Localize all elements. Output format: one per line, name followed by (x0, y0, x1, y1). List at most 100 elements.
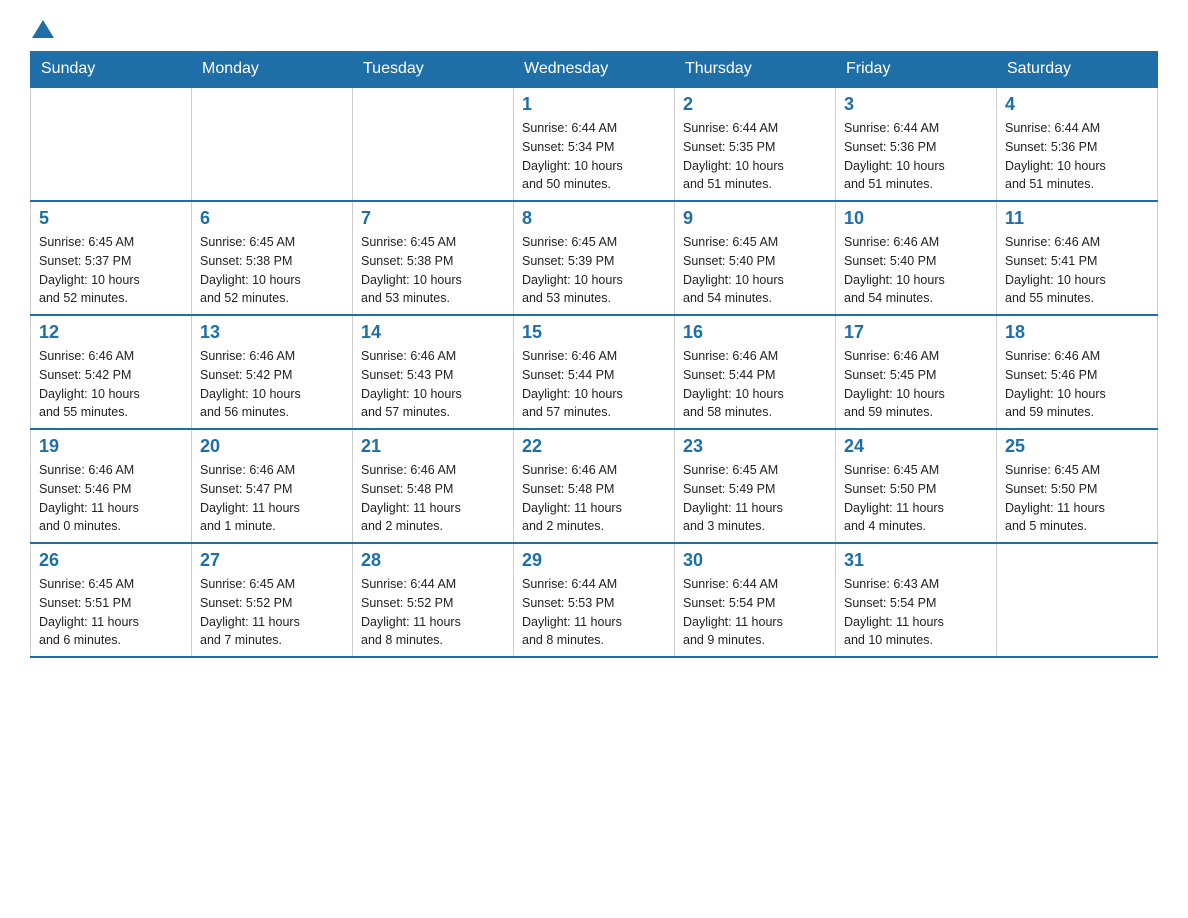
logo-triangle-icon (32, 18, 54, 40)
calendar-cell: 8 Sunrise: 6:45 AM Sunset: 5:39 PM Daylig… (514, 201, 675, 315)
calendar-cell: 29 Sunrise: 6:44 AM Sunset: 5:53 PM Dayli… (514, 543, 675, 657)
day-info: Sunrise: 6:45 AM Sunset: 5:37 PM Dayligh… (39, 233, 183, 308)
calendar-cell: 11 Sunrise: 6:46 AM Sunset: 5:41 PM Dayli… (997, 201, 1158, 315)
calendar-cell (353, 87, 514, 201)
day-number: 7 (361, 208, 505, 229)
day-number: 26 (39, 550, 183, 571)
calendar-cell (997, 543, 1158, 657)
calendar-cell: 27 Sunrise: 6:45 AM Sunset: 5:52 PM Dayli… (192, 543, 353, 657)
day-number: 31 (844, 550, 988, 571)
calendar-cell (31, 87, 192, 201)
calendar-cell: 10Sunrise: 6:46 AM Sunset: 5:40 PM Dayli… (836, 201, 997, 315)
day-number: 24 (844, 436, 988, 457)
day-info: Sunrise: 6:46 AM Sunset: 5:45 PM Dayligh… (844, 347, 988, 422)
header-sunday: Sunday (31, 52, 192, 88)
calendar-cell: 22Sunrise: 6:46 AM Sunset: 5:48 PM Dayli… (514, 429, 675, 543)
calendar-cell: 3 Sunrise: 6:44 AM Sunset: 5:36 PM Daylig… (836, 87, 997, 201)
header-thursday: Thursday (675, 52, 836, 88)
calendar-cell: 13 Sunrise: 6:46 AM Sunset: 5:42 PM Dayli… (192, 315, 353, 429)
day-number: 28 (361, 550, 505, 571)
day-info: Sunrise: 6:45 AM Sunset: 5:51 PM Dayligh… (39, 575, 183, 650)
day-number: 30 (683, 550, 827, 571)
day-info: Sunrise: 6:46 AM Sunset: 5:48 PM Dayligh… (361, 461, 505, 536)
calendar-cell: 18Sunrise: 6:46 AM Sunset: 5:46 PM Dayli… (997, 315, 1158, 429)
day-info: Sunrise: 6:43 AM Sunset: 5:54 PM Dayligh… (844, 575, 988, 650)
week-row-3: 12 Sunrise: 6:46 AM Sunset: 5:42 PM Dayli… (31, 315, 1158, 429)
day-info: Sunrise: 6:46 AM Sunset: 5:47 PM Dayligh… (200, 461, 344, 536)
day-number: 5 (39, 208, 183, 229)
day-number: 17 (844, 322, 988, 343)
week-row-1: 1 Sunrise: 6:44 AM Sunset: 5:34 PM Daylig… (31, 87, 1158, 201)
day-info: Sunrise: 6:44 AM Sunset: 5:35 PM Dayligh… (683, 119, 827, 194)
day-number: 23 (683, 436, 827, 457)
day-info: Sunrise: 6:44 AM Sunset: 5:36 PM Dayligh… (844, 119, 988, 194)
calendar-cell: 7 Sunrise: 6:45 AM Sunset: 5:38 PM Daylig… (353, 201, 514, 315)
day-number: 13 (200, 322, 344, 343)
calendar-cell: 20 Sunrise: 6:46 AM Sunset: 5:47 PM Dayli… (192, 429, 353, 543)
calendar-header-row: SundayMondayTuesdayWednesdayThursdayFrid… (31, 52, 1158, 88)
calendar-cell: 14 Sunrise: 6:46 AM Sunset: 5:43 PM Dayli… (353, 315, 514, 429)
calendar-cell: 31 Sunrise: 6:43 AM Sunset: 5:54 PM Dayli… (836, 543, 997, 657)
calendar-cell: 1 Sunrise: 6:44 AM Sunset: 5:34 PM Daylig… (514, 87, 675, 201)
calendar-cell (192, 87, 353, 201)
day-info: Sunrise: 6:45 AM Sunset: 5:39 PM Dayligh… (522, 233, 666, 308)
calendar-cell: 5 Sunrise: 6:45 AM Sunset: 5:37 PM Daylig… (31, 201, 192, 315)
day-info: Sunrise: 6:45 AM Sunset: 5:50 PM Dayligh… (844, 461, 988, 536)
calendar-cell: 28 Sunrise: 6:44 AM Sunset: 5:52 PM Dayli… (353, 543, 514, 657)
calendar-cell: 26 Sunrise: 6:45 AM Sunset: 5:51 PM Dayli… (31, 543, 192, 657)
calendar-table: SundayMondayTuesdayWednesdayThursdayFrid… (30, 51, 1158, 658)
calendar-cell: 9Sunrise: 6:45 AM Sunset: 5:40 PM Daylig… (675, 201, 836, 315)
day-info: Sunrise: 6:44 AM Sunset: 5:34 PM Dayligh… (522, 119, 666, 194)
day-number: 1 (522, 94, 666, 115)
header-tuesday: Tuesday (353, 52, 514, 88)
day-number: 27 (200, 550, 344, 571)
day-info: Sunrise: 6:44 AM Sunset: 5:53 PM Dayligh… (522, 575, 666, 650)
day-info: Sunrise: 6:46 AM Sunset: 5:42 PM Dayligh… (200, 347, 344, 422)
header-saturday: Saturday (997, 52, 1158, 88)
header-monday: Monday (192, 52, 353, 88)
day-number: 29 (522, 550, 666, 571)
day-info: Sunrise: 6:45 AM Sunset: 5:49 PM Dayligh… (683, 461, 827, 536)
day-number: 4 (1005, 94, 1149, 115)
day-number: 19 (39, 436, 183, 457)
calendar-cell: 15Sunrise: 6:46 AM Sunset: 5:44 PM Dayli… (514, 315, 675, 429)
day-number: 10 (844, 208, 988, 229)
day-info: Sunrise: 6:45 AM Sunset: 5:52 PM Dayligh… (200, 575, 344, 650)
calendar-cell: 17 Sunrise: 6:46 AM Sunset: 5:45 PM Dayli… (836, 315, 997, 429)
calendar-cell: 21 Sunrise: 6:46 AM Sunset: 5:48 PM Dayli… (353, 429, 514, 543)
calendar-cell: 4 Sunrise: 6:44 AM Sunset: 5:36 PM Daylig… (997, 87, 1158, 201)
day-info: Sunrise: 6:45 AM Sunset: 5:40 PM Dayligh… (683, 233, 827, 308)
day-info: Sunrise: 6:44 AM Sunset: 5:54 PM Dayligh… (683, 575, 827, 650)
calendar-cell: 2Sunrise: 6:44 AM Sunset: 5:35 PM Daylig… (675, 87, 836, 201)
week-row-2: 5 Sunrise: 6:45 AM Sunset: 5:37 PM Daylig… (31, 201, 1158, 315)
day-number: 18 (1005, 322, 1149, 343)
day-number: 22 (522, 436, 666, 457)
calendar-cell: 16Sunrise: 6:46 AM Sunset: 5:44 PM Dayli… (675, 315, 836, 429)
day-number: 25 (1005, 436, 1149, 457)
calendar-cell: 19 Sunrise: 6:46 AM Sunset: 5:46 PM Dayli… (31, 429, 192, 543)
day-info: Sunrise: 6:46 AM Sunset: 5:41 PM Dayligh… (1005, 233, 1149, 308)
calendar-cell: 23 Sunrise: 6:45 AM Sunset: 5:49 PM Dayli… (675, 429, 836, 543)
day-info: Sunrise: 6:45 AM Sunset: 5:38 PM Dayligh… (361, 233, 505, 308)
day-number: 11 (1005, 208, 1149, 229)
day-number: 12 (39, 322, 183, 343)
day-info: Sunrise: 6:46 AM Sunset: 5:46 PM Dayligh… (39, 461, 183, 536)
page-header (30, 20, 1158, 41)
logo (30, 20, 56, 41)
day-number: 20 (200, 436, 344, 457)
day-number: 14 (361, 322, 505, 343)
calendar-cell: 6 Sunrise: 6:45 AM Sunset: 5:38 PM Daylig… (192, 201, 353, 315)
calendar-cell: 30 Sunrise: 6:44 AM Sunset: 5:54 PM Dayli… (675, 543, 836, 657)
calendar-cell: 24 Sunrise: 6:45 AM Sunset: 5:50 PM Dayli… (836, 429, 997, 543)
day-info: Sunrise: 6:46 AM Sunset: 5:44 PM Dayligh… (683, 347, 827, 422)
day-info: Sunrise: 6:44 AM Sunset: 5:52 PM Dayligh… (361, 575, 505, 650)
day-number: 6 (200, 208, 344, 229)
day-number: 21 (361, 436, 505, 457)
day-info: Sunrise: 6:46 AM Sunset: 5:43 PM Dayligh… (361, 347, 505, 422)
header-friday: Friday (836, 52, 997, 88)
day-info: Sunrise: 6:44 AM Sunset: 5:36 PM Dayligh… (1005, 119, 1149, 194)
day-number: 3 (844, 94, 988, 115)
day-number: 8 (522, 208, 666, 229)
day-info: Sunrise: 6:45 AM Sunset: 5:38 PM Dayligh… (200, 233, 344, 308)
day-info: Sunrise: 6:46 AM Sunset: 5:44 PM Dayligh… (522, 347, 666, 422)
